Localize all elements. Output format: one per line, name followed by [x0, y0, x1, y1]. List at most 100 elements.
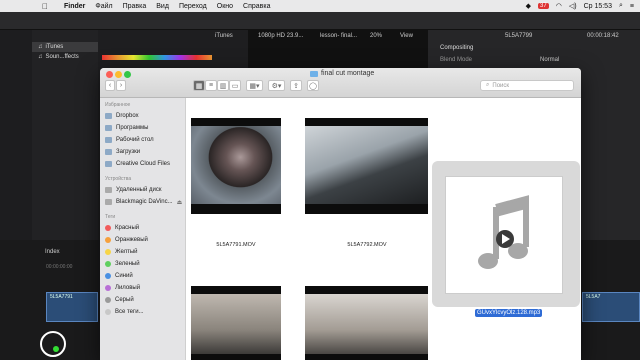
menu-file[interactable]: Файл	[95, 3, 112, 10]
sidebar-item-creative-cloud[interactable]: Creative Cloud Files	[100, 158, 185, 170]
sidebar-item-label: Creative Cloud Files	[116, 161, 171, 167]
music-icon: ♫	[38, 44, 43, 50]
viewer-format[interactable]: 1080p HD 23.9...	[258, 33, 303, 39]
timeline-clip[interactable]: 5L5A7791	[46, 292, 98, 322]
wifi-icon[interactable]: ◠	[556, 2, 562, 10]
folder-icon	[310, 70, 318, 77]
arrange-button[interactable]: ▦▾	[246, 80, 263, 91]
viewer-project[interactable]: lesson- final...	[320, 33, 357, 39]
file-name-1[interactable]: 5L5A7791.MOV	[191, 242, 281, 248]
clock[interactable]: Ср 15:53	[584, 3, 612, 10]
video-thumbnail-1[interactable]	[191, 118, 281, 214]
spotlight-icon[interactable]: ⌕	[619, 2, 623, 10]
cursor-click-indicator	[40, 331, 66, 357]
menu-window[interactable]: Окно	[217, 3, 233, 10]
action-gear-icon[interactable]: ⚙▾	[268, 80, 285, 91]
video-thumbnail-2[interactable]	[305, 118, 428, 214]
tag-color-dot-icon	[105, 249, 111, 255]
index-button[interactable]: Index	[45, 249, 60, 255]
sidebar-item-label: Оранжевый	[115, 237, 148, 243]
sidebar-tag-item[interactable]: Лиловый	[100, 282, 185, 294]
video-thumbnail-4[interactable]	[305, 286, 428, 360]
sidebar-item-label: Программы	[116, 125, 149, 131]
mp3-file-icon[interactable]	[445, 176, 563, 294]
zoom-level[interactable]: 20%	[370, 33, 382, 39]
search-input[interactable]: ⌕ Поиск	[480, 80, 574, 91]
fcp-sidebar-item-itunes[interactable]: ♫ iTunes	[32, 42, 98, 52]
minimize-button[interactable]	[115, 71, 122, 78]
sidebar-item-remote-disc[interactable]: Удаленный диск	[100, 184, 185, 196]
devices-header: Устройства	[105, 176, 132, 182]
sidebar-tag-item[interactable]: Все теги...	[100, 306, 185, 318]
battery-indicator[interactable]: 37	[538, 3, 549, 9]
list-view-button[interactable]: ≡	[205, 80, 217, 91]
audio-waveform-strip	[102, 55, 212, 60]
menu-bar:  Finder Файл Правка Вид Переход Окно Сп…	[0, 0, 640, 12]
disc-icon	[105, 187, 112, 193]
column-view-button[interactable]: ▥	[217, 80, 229, 91]
sidebar-item-label: Dropbox	[116, 113, 139, 119]
close-button[interactable]	[106, 71, 113, 78]
sidebar-tag-item[interactable]: Оранжевый	[100, 234, 185, 246]
sidebar-tag-item[interactable]: Желтый	[100, 246, 185, 258]
tag-list: Красный Оранжевый Желтый Зеленый Синий Лиловы…	[100, 222, 185, 318]
sidebar-item-downloads[interactable]: Загрузки	[100, 146, 185, 158]
finder-titlebar: final cut montage ‹ › ▦ ≡ ▥ ▭ ▦▾ ⚙▾ ⇪ ◯ …	[100, 68, 581, 98]
share-icon[interactable]: ⇪	[290, 80, 302, 91]
dropbox-icon[interactable]: ◆	[526, 2, 531, 10]
menu-go[interactable]: Переход	[179, 3, 207, 10]
favorites-header: Избранное	[105, 102, 131, 108]
fcp-sidebar-item-sound-effects[interactable]: ♫ Soun...ffects	[32, 52, 98, 62]
video-frame-image	[305, 126, 428, 204]
finder-sidebar: Избранное Dropbox Программы Рабочий стол…	[100, 98, 186, 360]
clip-label: 5L5A7	[586, 294, 601, 300]
sidebar-item-dropbox[interactable]: Dropbox	[100, 110, 185, 122]
sidebar-tag-item[interactable]: Красный	[100, 222, 185, 234]
sidebar-item-label: Серый	[115, 297, 134, 303]
volume-icon[interactable]: ◁)	[569, 2, 577, 10]
eject-icon[interactable]: ⏏	[177, 199, 183, 206]
zoom-button[interactable]	[124, 71, 131, 78]
apple-menu-icon[interactable]: 	[42, 2, 52, 11]
video-thumbnail-3[interactable]	[191, 286, 281, 360]
fcp-toolbar	[0, 12, 640, 30]
app-menu-finder[interactable]: Finder	[64, 3, 85, 10]
inspector-timecode: 00:00:18:42	[587, 33, 619, 39]
sidebar-item-applications[interactable]: Программы	[100, 122, 185, 134]
file-name-3[interactable]: GUvxYlcvyOlz.128.mp3	[475, 309, 543, 317]
sidebar-item-desktop[interactable]: Рабочий стол	[100, 134, 185, 146]
music-icon: ♫	[38, 54, 43, 60]
tag-color-dot-icon	[105, 285, 111, 291]
sidebar-item-davinci[interactable]: Blackmagic DaVinc... ⏏	[100, 196, 185, 208]
blend-mode-select[interactable]: Normal	[540, 57, 559, 63]
tag-icon[interactable]: ◯	[307, 80, 319, 91]
sidebar-item-label: Удаленный диск	[116, 187, 162, 193]
folder-icon	[105, 161, 112, 167]
tag-color-dot-icon	[105, 309, 111, 315]
video-frame-image	[191, 126, 281, 204]
tag-color-dot-icon	[105, 237, 111, 243]
applications-icon	[105, 125, 112, 131]
sidebar-tag-item[interactable]: Синий	[100, 270, 185, 282]
sidebar-tag-item[interactable]: Серый	[100, 294, 185, 306]
sidebar-tag-item[interactable]: Зеленый	[100, 258, 185, 270]
sidebar-item-label: Все теги...	[115, 309, 144, 315]
menu-help[interactable]: Справка	[243, 3, 270, 10]
drive-icon	[105, 199, 112, 205]
back-button[interactable]: ‹	[105, 80, 115, 91]
notification-center-icon[interactable]: ≡	[630, 3, 634, 10]
menu-edit[interactable]: Правка	[123, 3, 147, 10]
menu-view[interactable]: Вид	[156, 3, 169, 10]
clip-label: 5L5A7791	[50, 294, 73, 300]
tags-header: Теги	[105, 214, 116, 220]
sidebar-item-label: Синий	[115, 273, 133, 279]
timeline-clip[interactable]: 5L5A7	[582, 292, 640, 322]
view-menu[interactable]: View	[400, 33, 413, 39]
timeline-ruler: 00:00:00:00	[46, 264, 73, 270]
icon-view-button[interactable]: ▦	[193, 80, 205, 91]
cover-flow-button[interactable]: ▭	[229, 80, 241, 91]
forward-button[interactable]: ›	[116, 80, 126, 91]
file-name-2[interactable]: 5L5A7792.MOV	[322, 242, 412, 248]
tag-color-dot-icon	[105, 297, 111, 303]
downloads-icon	[105, 149, 112, 155]
